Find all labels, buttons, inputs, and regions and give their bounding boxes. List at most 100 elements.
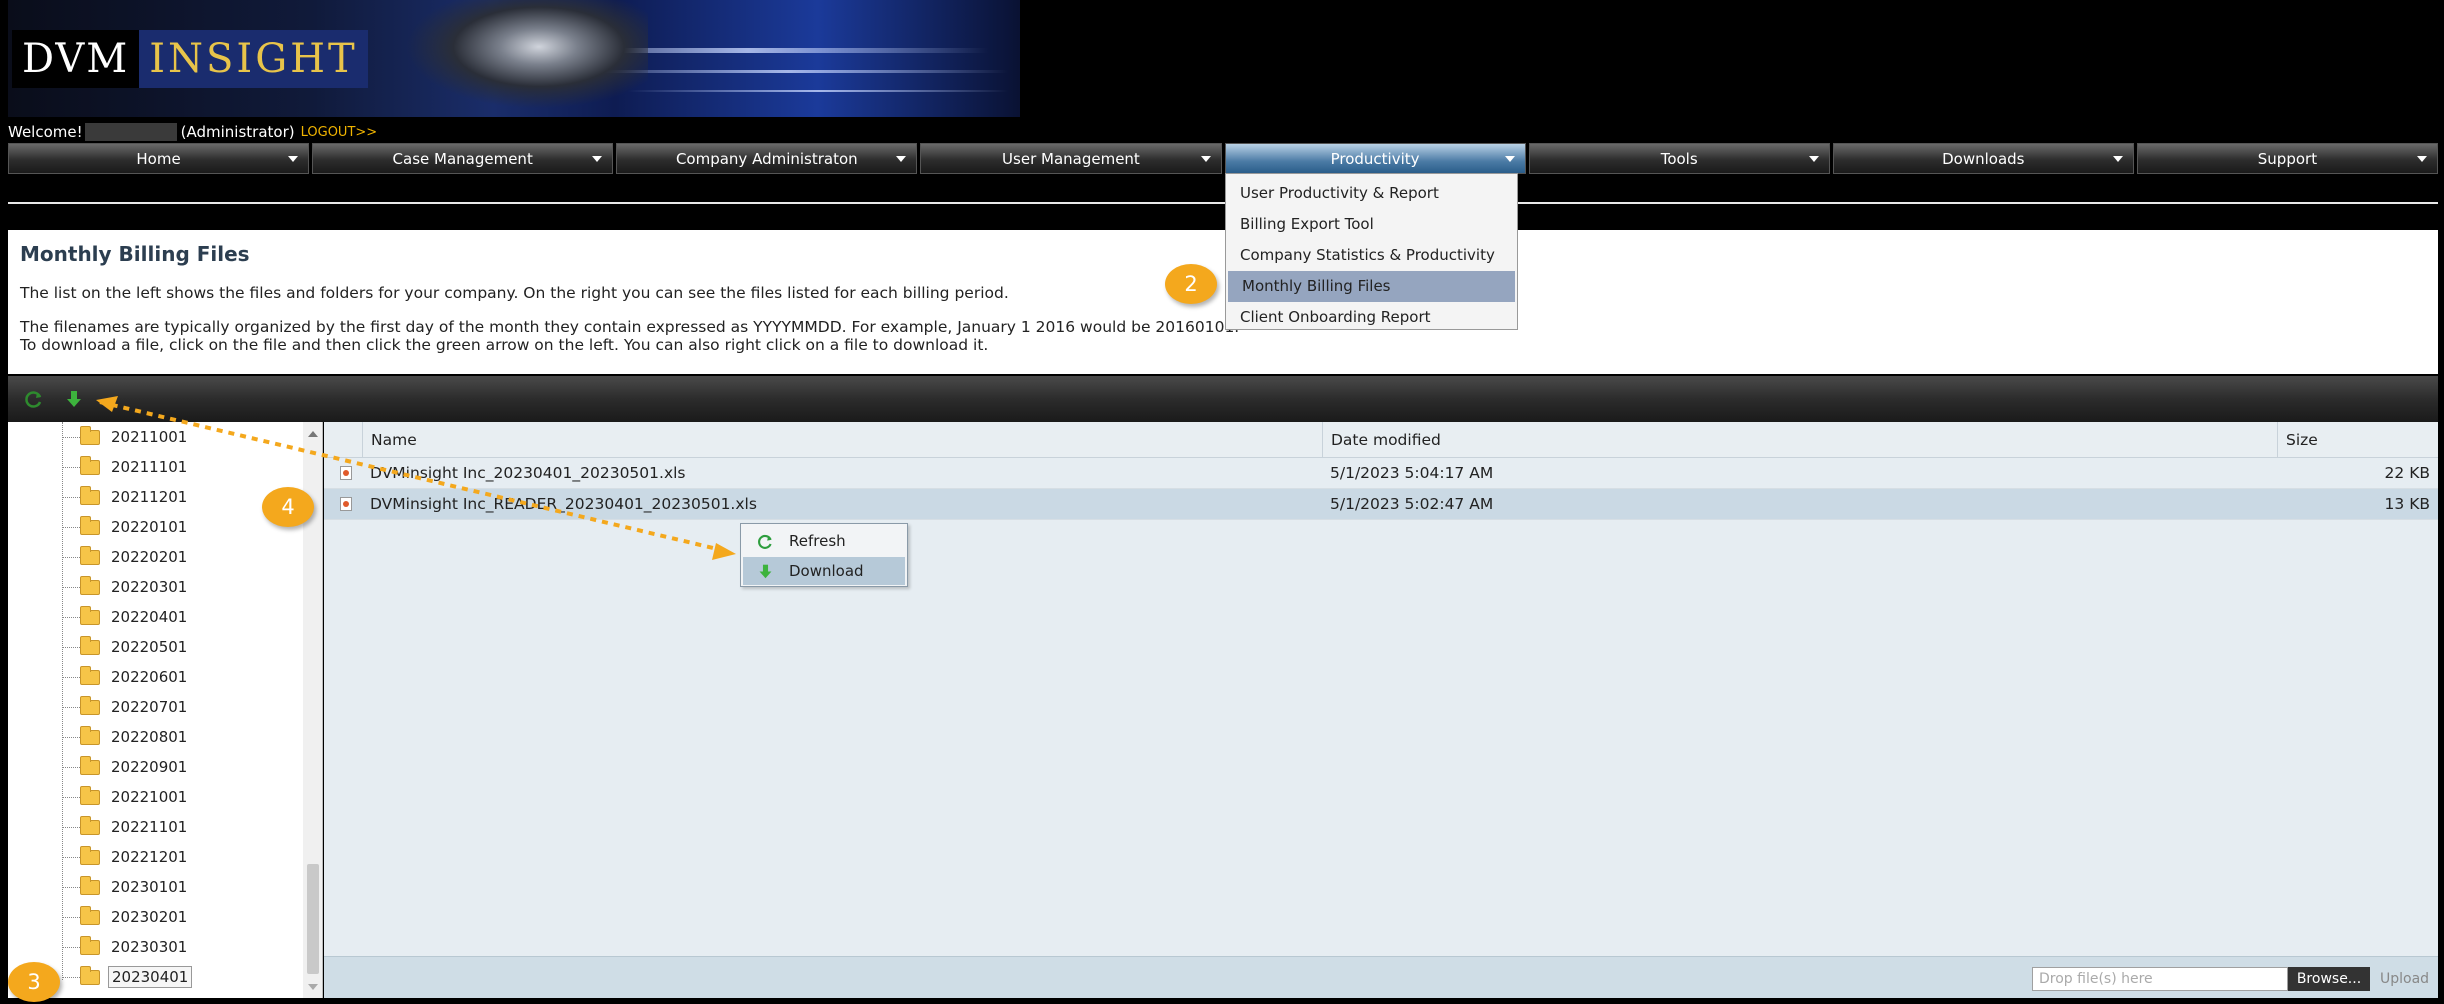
chevron-down-icon	[288, 156, 299, 162]
step-badge-4: 4	[262, 487, 314, 527]
tree-connector	[62, 856, 80, 858]
chevron-down-icon	[1504, 156, 1515, 162]
tree-connector	[62, 766, 80, 768]
tree-folder[interactable]: 20221201	[62, 842, 190, 872]
tree-folder[interactable]: 20211101	[62, 452, 190, 482]
upload-button[interactable]: Upload	[2380, 967, 2429, 991]
tree-folder[interactable]: 20221101	[62, 812, 190, 842]
menu-case-management[interactable]: Case Management	[312, 143, 614, 174]
dropdown-user-productivity-report[interactable]: User Productivity & Report	[1226, 178, 1517, 209]
upload-bar: Drop file(s) here Browse... Upload	[324, 956, 2438, 998]
folder-label: 20220901	[111, 758, 188, 776]
logo: DVM INSIGHT	[12, 30, 368, 88]
column-name[interactable]: Name	[362, 422, 1322, 458]
refresh-icon[interactable]	[24, 389, 44, 409]
step-badge-2: 2	[1165, 264, 1217, 304]
productivity-dropdown: User Productivity & Report Billing Expor…	[1225, 173, 1518, 330]
folder-icon	[80, 815, 100, 835]
folder-icon	[80, 725, 100, 745]
folder-label: 20221001	[111, 788, 188, 806]
menu-tools[interactable]: Tools	[1528, 143, 1830, 174]
context-menu: Refresh Download	[740, 523, 908, 587]
dropdown-company-statistics[interactable]: Company Statistics & Productivity	[1226, 240, 1517, 271]
drop-files-input[interactable]: Drop file(s) here	[2032, 967, 2288, 991]
menu-home[interactable]: Home	[8, 143, 310, 174]
chevron-down-icon	[896, 156, 907, 162]
folder-icon	[80, 515, 100, 535]
folder-icon	[80, 425, 100, 445]
description-2: The filenames are typically organized by…	[20, 318, 1240, 336]
tree-folder[interactable]: 20230301	[62, 932, 190, 962]
folder-icon	[80, 665, 100, 685]
tree-connector	[62, 556, 80, 558]
tree-folder[interactable]: 20211001	[62, 422, 190, 452]
chevron-down-icon	[1200, 156, 1211, 162]
chevron-down-icon	[2417, 156, 2427, 162]
tree-connector	[62, 976, 80, 978]
folder-label: 20230401	[108, 966, 193, 988]
tree-connector	[62, 946, 80, 948]
folder-label: 20221101	[111, 818, 188, 836]
tree-folder[interactable]: 20230101	[62, 872, 190, 902]
folder-label: 20220801	[111, 728, 188, 746]
scrollbar-thumb[interactable]	[307, 864, 319, 974]
tree-folder[interactable]: 20220401	[62, 602, 190, 632]
chevron-down-icon	[2112, 156, 2123, 162]
welcome-text: Welcome!	[8, 123, 83, 141]
tree-folder[interactable]: 20220201	[62, 542, 190, 572]
menu-company-administration[interactable]: Company Administraton	[616, 143, 918, 174]
excel-file-icon	[340, 466, 352, 480]
tree-folder[interactable]: 20220601	[62, 662, 190, 692]
folder-label: 20220201	[111, 548, 188, 566]
scroll-up-icon[interactable]	[308, 431, 318, 437]
column-date-modified[interactable]: Date modified	[1322, 422, 2277, 458]
menu-user-management[interactable]: User Management	[920, 143, 1222, 174]
tree-folder[interactable]: 20220701	[62, 692, 190, 722]
file-row[interactable]: DVMinsight Inc_READER_20230401_20230501.…	[324, 489, 2438, 520]
logout-link[interactable]: LOGOUT>>	[301, 125, 378, 140]
folder-icon	[80, 575, 100, 595]
file-row[interactable]: DVMinsight Inc_20230401_20230501.xls 5/1…	[324, 458, 2438, 489]
context-refresh[interactable]: Refresh	[743, 527, 905, 555]
tree-connector	[62, 646, 80, 648]
folder-label: 20220601	[111, 668, 188, 686]
menu-downloads[interactable]: Downloads	[1832, 143, 2134, 174]
tree-folder[interactable]: 20211201	[62, 482, 190, 512]
folder-icon	[80, 875, 100, 895]
menu-support[interactable]: Support	[2136, 143, 2438, 174]
dropdown-monthly-billing-files[interactable]: Monthly Billing Files	[1228, 271, 1515, 302]
tree-connector	[62, 886, 80, 888]
tree-folder[interactable]: 20220101	[62, 512, 190, 542]
description-3: To download a file, click on the file an…	[20, 336, 989, 354]
browse-button[interactable]: Browse...	[2288, 967, 2370, 991]
folder-icon	[80, 845, 100, 865]
tree-connector	[62, 616, 80, 618]
tree-connector	[62, 586, 80, 588]
scroll-down-icon[interactable]	[308, 984, 318, 990]
tree-folder[interactable]: 20220801	[62, 722, 190, 752]
context-download[interactable]: Download	[743, 557, 905, 585]
folder-icon	[80, 485, 100, 505]
dropdown-billing-export-tool[interactable]: Billing Export Tool	[1226, 209, 1517, 240]
tree-folder[interactable]: 20230401	[62, 962, 193, 992]
divider	[8, 202, 2438, 204]
tree-folder[interactable]: 20220901	[62, 752, 190, 782]
tree-connector	[62, 676, 80, 678]
folder-icon	[80, 965, 100, 985]
folder-icon	[80, 755, 100, 775]
tree-folder[interactable]: 20220501	[62, 632, 190, 662]
welcome-line: Welcome! (Administrator) LOGOUT>>	[8, 122, 377, 142]
folder-icon	[80, 455, 100, 475]
menu-productivity[interactable]: Productivity	[1224, 143, 1526, 174]
tree-folder[interactable]: 20230201	[62, 902, 190, 932]
folder-icon	[80, 785, 100, 805]
column-size[interactable]: Size	[2277, 422, 2438, 458]
folder-label: 20220101	[111, 518, 188, 536]
tree-folder[interactable]: 20221001	[62, 782, 190, 812]
folder-label: 20230301	[111, 938, 188, 956]
tree-folder[interactable]: 20220301	[62, 572, 190, 602]
dropdown-client-onboarding-report[interactable]: Client Onboarding Report	[1226, 302, 1517, 333]
folder-label: 20220401	[111, 608, 188, 626]
download-arrow-icon[interactable]	[64, 389, 84, 409]
folder-icon	[80, 605, 100, 625]
